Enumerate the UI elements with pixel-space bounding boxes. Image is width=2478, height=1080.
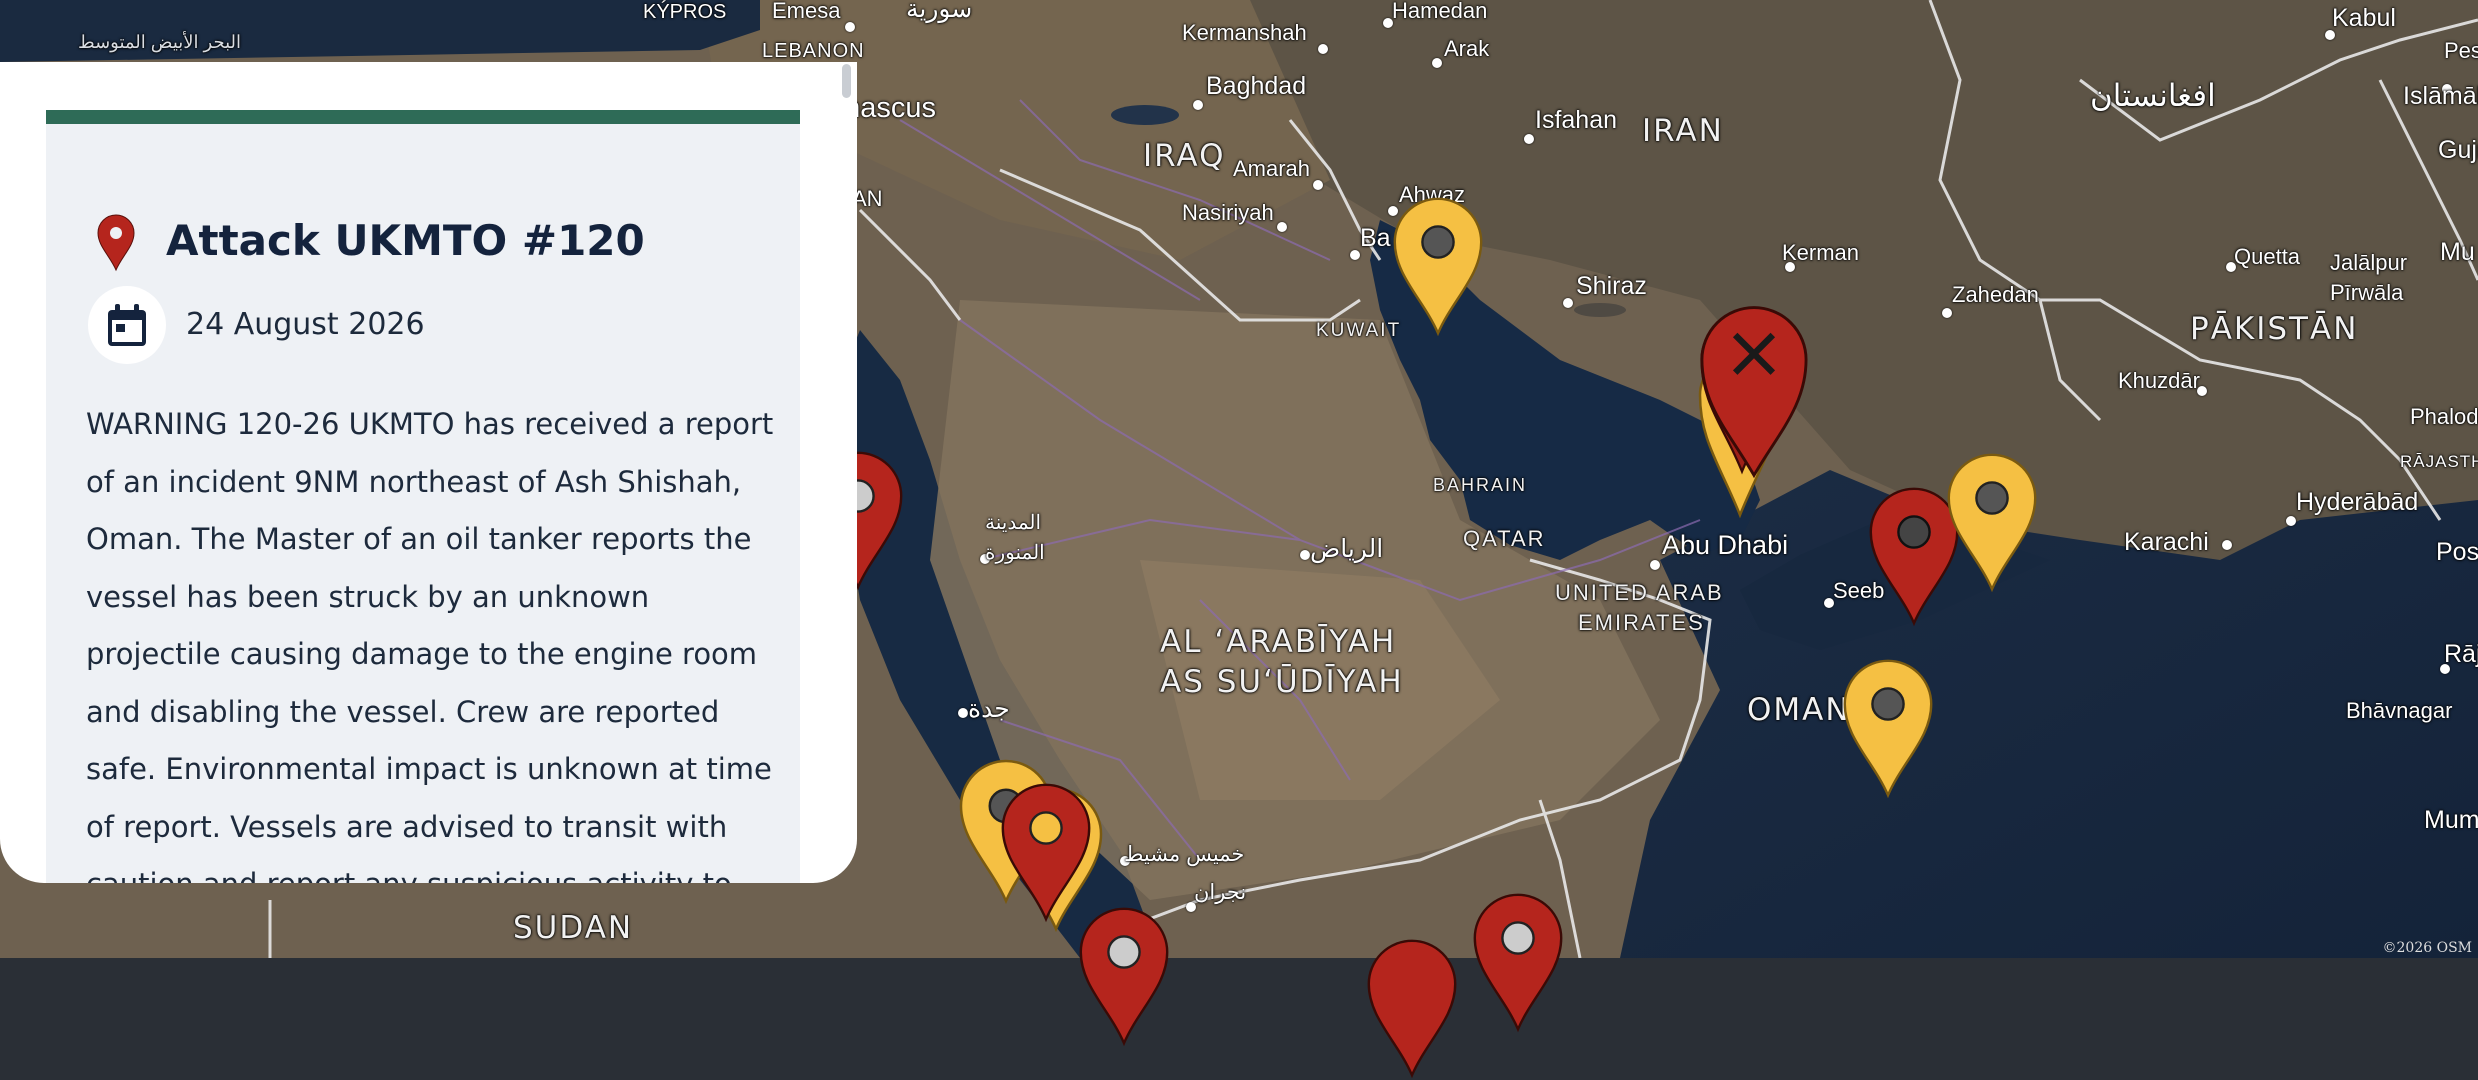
map-label-jeddah: جدة [968, 695, 1010, 723]
map-label-sudan: SUDAN [513, 910, 634, 946]
map-label-iraq: IRAQ [1143, 138, 1226, 174]
incident-title: Attack UKMTO #120 [166, 216, 645, 265]
map-label-islamabad: Islāmāba [2403, 82, 2478, 110]
map-label-mu: Mu [2440, 238, 2475, 266]
incident-marker-yellow[interactable] [1944, 450, 2040, 594]
incident-marker-yellow[interactable] [1390, 194, 1486, 338]
map-label-kypros: KÝPROS [643, 1, 727, 23]
incident-marker-selected[interactable] [1696, 296, 1812, 484]
incident-marker-red[interactable] [998, 780, 1094, 924]
incident-date: 24 August 2026 [186, 307, 425, 342]
city-dot [1277, 222, 1287, 232]
card-accent-bar [46, 110, 800, 124]
map-label-qatar: QATAR [1463, 526, 1546, 551]
city-dot [845, 22, 855, 32]
map-label-bhavnagar: Bhāvnagar [2346, 698, 2453, 723]
map-label-bahrain: BAHRAIN [1433, 475, 1528, 495]
city-dot [1313, 180, 1323, 190]
incident-marker-red[interactable] [1470, 890, 1566, 1034]
map-label-hamedan: Hamedan [1392, 0, 1488, 23]
city-dot [1942, 308, 1952, 318]
map-label-najran: نجران [1194, 881, 1247, 904]
map-label-khuzdar: Khuzdār [2118, 368, 2200, 393]
map-label-zahedan: Zahedan [1952, 282, 2039, 307]
map-label-pirwala: Pīrwāla [2330, 280, 2404, 305]
city-dot [1650, 560, 1660, 570]
city-dot [1300, 550, 1310, 560]
map-label-karachi: Karachi [2124, 528, 2209, 556]
map-label-saudi-line1: AL ʻARABĪYAH [1160, 624, 1397, 660]
map-pin-icon [97, 214, 135, 272]
city-dot [1432, 58, 1442, 68]
map-label-baghdad: Baghdad [1206, 72, 1307, 100]
city-dot [1318, 44, 1328, 54]
map-label-iran: IRAN [1642, 113, 1724, 149]
incident-marker-yellow[interactable] [1840, 656, 1936, 800]
incident-popup[interactable]: Attack UKMTO #120 24 August 2026 WARNING… [0, 62, 857, 883]
city-dot [1524, 134, 1534, 144]
city-dot [2286, 516, 2296, 526]
map-label-jalalpur: Jalālpur [2330, 250, 2408, 275]
map-label-amarah: Amarah [1233, 156, 1311, 181]
map-label-kermanshah: Kermanshah [1182, 20, 1307, 45]
map-label-lebanon: LEBANON [762, 40, 865, 62]
city-dot [1350, 250, 1360, 260]
city-dot [1563, 298, 1573, 308]
map-label-oman: OMAN [1747, 692, 1851, 728]
map-label-poshin: Poshin [2436, 538, 2478, 566]
map-attribution: ©2026 OSM [2382, 940, 2472, 956]
map-label-khamis: خميس مشيط [1124, 843, 1245, 866]
map-label-phalodi: Phalodi [2410, 404, 2478, 429]
map-label-kabul: Kabul [2332, 4, 2396, 32]
map-label-syria: سورية [906, 0, 973, 23]
map-label-isfahan: Isfahan [1535, 106, 1618, 134]
map-label-mediterranean: البحر الأبيض المتوسط [78, 32, 242, 52]
map-label-madinah-line2: المنورة [985, 542, 1045, 564]
map-label-emesa: Emesa [772, 0, 841, 23]
calendar-icon-badge [88, 286, 166, 364]
map-label-pes: Pes [2444, 38, 2478, 63]
city-dot [958, 708, 968, 718]
map-label-mumbai: Mumba [2424, 806, 2478, 834]
city-dot [2222, 540, 2232, 550]
map-label-hyderabad: Hyderābād [2296, 488, 2419, 516]
map-label-kuwait: KUWAIT [1316, 320, 1402, 341]
map-label-arak: Arak [1444, 36, 1490, 61]
map-label-nasiriyah: Nasiriyah [1182, 200, 1274, 225]
popup-scrollbar[interactable] [842, 64, 851, 98]
map-label-abudhabi: Abu Dhabi [1662, 530, 1789, 560]
incident-description: WARNING 120-26 UKMTO has received a repo… [86, 407, 774, 883]
map-label-gujra: Gujrā [2438, 136, 2478, 164]
map-label-uae-line2: EMIRATES [1578, 610, 1705, 635]
incident-card: Attack UKMTO #120 24 August 2026 WARNING… [46, 110, 800, 883]
map-label-saudi-line2: AS SUʻŪDĪYAH [1160, 664, 1404, 700]
map-label-afghanistan: افغانستان [2090, 78, 2216, 113]
map-label-rajasthan: RĀJASTHĀ [2400, 452, 2478, 471]
map-label-uae-line1: UNITED ARAB [1555, 580, 1724, 605]
map-label-riyadh: الرياض [1310, 535, 1384, 563]
map-label-pakistan: PĀKISTĀN [2190, 311, 2359, 347]
city-dot [1193, 100, 1203, 110]
map-label-quetta: Quetta [2234, 244, 2301, 269]
calendar-icon [108, 304, 146, 346]
map-label-kerman: Kerman [1782, 240, 1860, 265]
incident-marker-red[interactable] [1076, 904, 1172, 1048]
map-label-madinah-line1: المدينة [985, 512, 1042, 534]
map-label-basra: Ba [1360, 224, 1391, 252]
map-label-shiraz: Shiraz [1576, 272, 1647, 300]
map-label-rajkot: Rājkot [2444, 640, 2478, 668]
